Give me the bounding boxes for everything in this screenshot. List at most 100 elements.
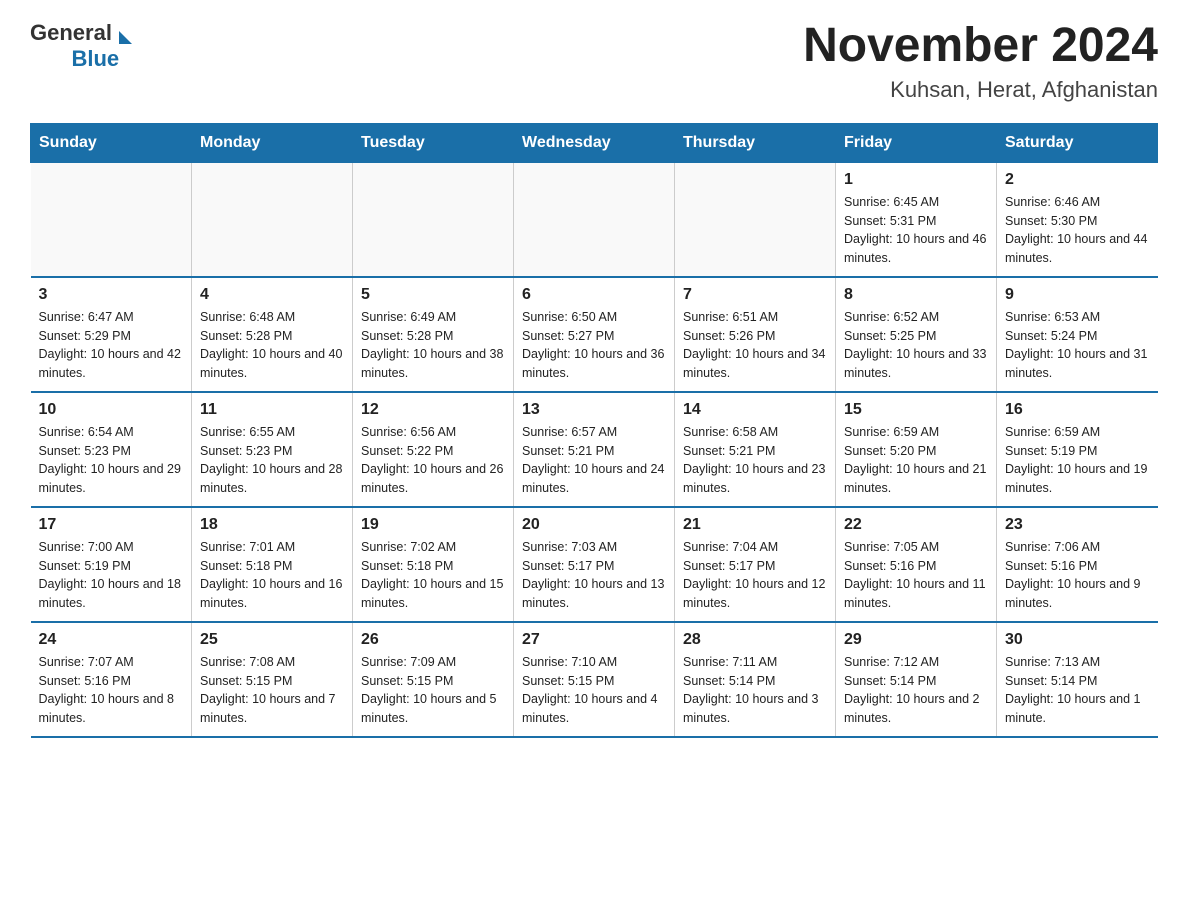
calendar-title: November 2024	[803, 20, 1158, 73]
day-info: Sunrise: 7:01 AM Sunset: 5:18 PM Dayligh…	[200, 538, 344, 613]
calendar-cell: 9 Sunrise: 6:53 AM Sunset: 5:24 PM Daylig…	[997, 277, 1158, 392]
calendar-cell: 8Sunrise: 6:52 AM Sunset: 5:25 PM Daylig…	[836, 277, 997, 392]
calendar-week-row: 24 Sunrise: 7:07 AM Sunset: 5:16 PM Dayli…	[31, 622, 1158, 737]
day-info: Sunrise: 7:07 AM Sunset: 5:16 PM Dayligh…	[39, 653, 184, 728]
day-info: Sunrise: 6:55 AM Sunset: 5:23 PM Dayligh…	[200, 423, 344, 498]
calendar-table: SundayMondayTuesdayWednesdayThursdayFrid…	[30, 123, 1158, 738]
calendar-cell: 27 Sunrise: 7:10 AM Sunset: 5:15 PM Dayli…	[514, 622, 675, 737]
calendar-cell: 26Sunrise: 7:09 AM Sunset: 5:15 PM Dayli…	[353, 622, 514, 737]
calendar-cell: 29 Sunrise: 7:12 AM Sunset: 5:14 PM Dayli…	[836, 622, 997, 737]
day-number: 27	[522, 631, 666, 649]
logo-triangle-icon	[119, 31, 132, 44]
calendar-week-row: 17Sunrise: 7:00 AM Sunset: 5:19 PM Dayli…	[31, 507, 1158, 622]
day-number: 14	[683, 401, 827, 419]
day-number: 17	[39, 516, 184, 534]
column-header-sunday: Sunday	[31, 123, 192, 162]
day-number: 23	[1005, 516, 1150, 534]
calendar-cell: 25 Sunrise: 7:08 AM Sunset: 5:15 PM Dayli…	[192, 622, 353, 737]
day-number: 30	[1005, 631, 1150, 649]
day-info: Sunrise: 6:51 AM Sunset: 5:26 PM Dayligh…	[683, 308, 827, 383]
calendar-cell: 4Sunrise: 6:48 AM Sunset: 5:28 PM Daylig…	[192, 277, 353, 392]
day-info: Sunrise: 6:45 AM Sunset: 5:31 PM Dayligh…	[844, 193, 988, 268]
day-number: 10	[39, 401, 184, 419]
day-number: 15	[844, 401, 988, 419]
calendar-cell	[31, 162, 192, 277]
calendar-cell: 24 Sunrise: 7:07 AM Sunset: 5:16 PM Dayli…	[31, 622, 192, 737]
day-number: 3	[39, 286, 184, 304]
calendar-cell: 1 Sunrise: 6:45 AM Sunset: 5:31 PM Daylig…	[836, 162, 997, 277]
calendar-subtitle: Kuhsan, Herat, Afghanistan	[803, 77, 1158, 103]
day-info: Sunrise: 6:52 AM Sunset: 5:25 PM Dayligh…	[844, 308, 988, 383]
title-block: November 2024 Kuhsan, Herat, Afghanistan	[803, 20, 1158, 103]
day-number: 2	[1005, 171, 1150, 189]
calendar-cell	[192, 162, 353, 277]
day-number: 7	[683, 286, 827, 304]
day-number: 6	[522, 286, 666, 304]
calendar-week-row: 1 Sunrise: 6:45 AM Sunset: 5:31 PM Daylig…	[31, 162, 1158, 277]
calendar-cell: 3Sunrise: 6:47 AM Sunset: 5:29 PM Daylig…	[31, 277, 192, 392]
day-info: Sunrise: 7:06 AM Sunset: 5:16 PM Dayligh…	[1005, 538, 1150, 613]
calendar-cell: 11 Sunrise: 6:55 AM Sunset: 5:23 PM Dayli…	[192, 392, 353, 507]
calendar-cell: 20 Sunrise: 7:03 AM Sunset: 5:17 PM Dayli…	[514, 507, 675, 622]
column-header-tuesday: Tuesday	[353, 123, 514, 162]
day-info: Sunrise: 7:08 AM Sunset: 5:15 PM Dayligh…	[200, 653, 344, 728]
calendar-week-row: 3Sunrise: 6:47 AM Sunset: 5:29 PM Daylig…	[31, 277, 1158, 392]
calendar-cell: 14Sunrise: 6:58 AM Sunset: 5:21 PM Dayli…	[675, 392, 836, 507]
calendar-cell: 12Sunrise: 6:56 AM Sunset: 5:22 PM Dayli…	[353, 392, 514, 507]
day-number: 4	[200, 286, 344, 304]
day-number: 16	[1005, 401, 1150, 419]
calendar-cell	[514, 162, 675, 277]
day-number: 11	[200, 401, 344, 419]
column-header-wednesday: Wednesday	[514, 123, 675, 162]
day-info: Sunrise: 6:46 AM Sunset: 5:30 PM Dayligh…	[1005, 193, 1150, 268]
calendar-week-row: 10 Sunrise: 6:54 AM Sunset: 5:23 PM Dayli…	[31, 392, 1158, 507]
logo: General Blue	[30, 20, 132, 72]
day-info: Sunrise: 7:13 AM Sunset: 5:14 PM Dayligh…	[1005, 653, 1150, 728]
calendar-cell: 6 Sunrise: 6:50 AM Sunset: 5:27 PM Daylig…	[514, 277, 675, 392]
calendar-cell: 18 Sunrise: 7:01 AM Sunset: 5:18 PM Dayli…	[192, 507, 353, 622]
day-info: Sunrise: 6:54 AM Sunset: 5:23 PM Dayligh…	[39, 423, 184, 498]
day-info: Sunrise: 7:04 AM Sunset: 5:17 PM Dayligh…	[683, 538, 827, 613]
day-info: Sunrise: 7:02 AM Sunset: 5:18 PM Dayligh…	[361, 538, 505, 613]
day-number: 24	[39, 631, 184, 649]
logo-general-text: General	[30, 20, 112, 45]
day-number: 13	[522, 401, 666, 419]
day-number: 29	[844, 631, 988, 649]
day-number: 9	[1005, 286, 1150, 304]
day-number: 25	[200, 631, 344, 649]
column-header-thursday: Thursday	[675, 123, 836, 162]
day-info: Sunrise: 7:09 AM Sunset: 5:15 PM Dayligh…	[361, 653, 505, 728]
calendar-cell: 13 Sunrise: 6:57 AM Sunset: 5:21 PM Dayli…	[514, 392, 675, 507]
logo-line1: General	[30, 20, 132, 46]
day-number: 5	[361, 286, 505, 304]
page-header: General Blue November 2024 Kuhsan, Herat…	[30, 20, 1158, 103]
day-number: 1	[844, 171, 988, 189]
calendar-cell: 5Sunrise: 6:49 AM Sunset: 5:28 PM Daylig…	[353, 277, 514, 392]
day-info: Sunrise: 7:11 AM Sunset: 5:14 PM Dayligh…	[683, 653, 827, 728]
column-header-friday: Friday	[836, 123, 997, 162]
calendar-cell: 16 Sunrise: 6:59 AM Sunset: 5:19 PM Dayli…	[997, 392, 1158, 507]
day-number: 12	[361, 401, 505, 419]
day-info: Sunrise: 7:12 AM Sunset: 5:14 PM Dayligh…	[844, 653, 988, 728]
day-info: Sunrise: 6:57 AM Sunset: 5:21 PM Dayligh…	[522, 423, 666, 498]
day-info: Sunrise: 7:10 AM Sunset: 5:15 PM Dayligh…	[522, 653, 666, 728]
day-info: Sunrise: 6:50 AM Sunset: 5:27 PM Dayligh…	[522, 308, 666, 383]
calendar-cell: 2 Sunrise: 6:46 AM Sunset: 5:30 PM Daylig…	[997, 162, 1158, 277]
day-info: Sunrise: 6:53 AM Sunset: 5:24 PM Dayligh…	[1005, 308, 1150, 383]
column-header-monday: Monday	[192, 123, 353, 162]
column-header-saturday: Saturday	[997, 123, 1158, 162]
day-number: 22	[844, 516, 988, 534]
logo-line2: Blue	[30, 46, 132, 72]
day-number: 21	[683, 516, 827, 534]
calendar-cell: 7 Sunrise: 6:51 AM Sunset: 5:26 PM Daylig…	[675, 277, 836, 392]
day-number: 28	[683, 631, 827, 649]
day-info: Sunrise: 6:59 AM Sunset: 5:20 PM Dayligh…	[844, 423, 988, 498]
calendar-cell: 28 Sunrise: 7:11 AM Sunset: 5:14 PM Dayli…	[675, 622, 836, 737]
day-number: 20	[522, 516, 666, 534]
day-info: Sunrise: 6:59 AM Sunset: 5:19 PM Dayligh…	[1005, 423, 1150, 498]
calendar-cell: 21 Sunrise: 7:04 AM Sunset: 5:17 PM Dayli…	[675, 507, 836, 622]
day-info: Sunrise: 7:03 AM Sunset: 5:17 PM Dayligh…	[522, 538, 666, 613]
calendar-cell: 23 Sunrise: 7:06 AM Sunset: 5:16 PM Dayli…	[997, 507, 1158, 622]
day-number: 18	[200, 516, 344, 534]
calendar-cell: 30 Sunrise: 7:13 AM Sunset: 5:14 PM Dayli…	[997, 622, 1158, 737]
